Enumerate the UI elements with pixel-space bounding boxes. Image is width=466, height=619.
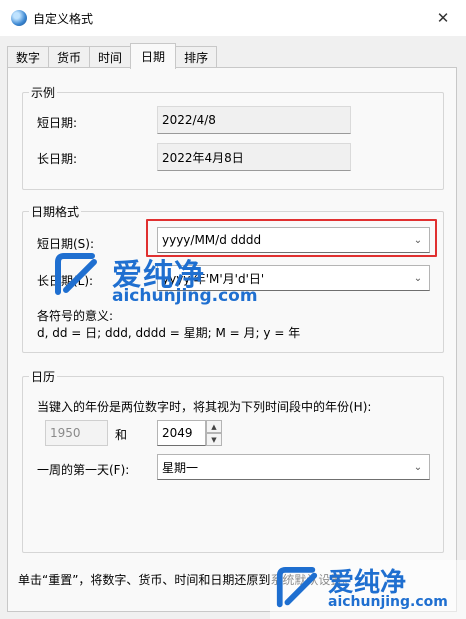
date-format-group-label: 日期格式 <box>31 205 80 219</box>
date-tab-panel: 示例 短日期: 2022/4/8 长日期: 2022年4月8日 日期格式 短日期… <box>7 67 457 612</box>
example-group: 示例 <box>22 84 444 190</box>
example-short-value: 2022/4/8 <box>157 106 351 134</box>
first-day-value: 星期一 <box>162 460 199 475</box>
tab-time[interactable]: 时间 <box>89 46 132 68</box>
example-short-label: 短日期: <box>37 116 78 130</box>
close-button[interactable]: ✕ <box>420 0 466 36</box>
globe-icon <box>11 10 27 26</box>
example-long-label: 长日期: <box>37 152 78 166</box>
reset-hint-text: 单击“重置”，将数字、货币、时间和日期还原到系统默认设置。 <box>18 573 355 587</box>
from-year-input: 1950 <box>45 420 108 446</box>
first-day-label: 一周的第一天(F): <box>37 463 130 477</box>
title-bar: 自定义格式 ✕ <box>0 0 466 36</box>
tab-currency[interactable]: 货币 <box>48 46 91 68</box>
example-group-label: 示例 <box>31 86 56 100</box>
long-date-value: yyyy'年'M'月'd'日' <box>162 271 265 286</box>
calendar-group-label: 日历 <box>31 370 56 384</box>
symbol-legend-text: d, dd = 日; ddd, dddd = 星期; M = 月; y = 年 <box>37 326 301 340</box>
chevron-down-icon: ⌄ <box>413 461 423 473</box>
first-day-combo[interactable]: 星期一 ⌄ <box>157 454 430 480</box>
to-year-input[interactable]: 2049 <box>157 420 206 446</box>
example-long-value: 2022年4月8日 <box>157 143 351 171</box>
tab-number[interactable]: 数字 <box>7 46 50 68</box>
tab-sort[interactable]: 排序 <box>175 46 218 68</box>
year-spinner[interactable]: ▲ ▼ <box>206 420 222 446</box>
chevron-down-icon: ⌄ <box>413 272 423 284</box>
chevron-up-icon[interactable]: ▲ <box>206 420 222 433</box>
symbol-legend-title: 各符号的意义: <box>37 309 114 323</box>
short-date-label: 短日期(S): <box>37 237 95 251</box>
tab-strip: 数字 货币 时间 日期 排序 <box>7 43 218 69</box>
long-date-label: 长日期(L): <box>37 274 94 288</box>
chevron-down-icon: ⌄ <box>413 234 423 246</box>
short-date-value: yyyy/MM/d dddd <box>162 233 262 247</box>
close-icon: ✕ <box>436 9 450 27</box>
short-date-combo[interactable]: yyyy/MM/d dddd ⌄ <box>157 227 430 253</box>
and-label: 和 <box>115 428 128 442</box>
two-digit-year-text: 当键入的年份是两位数字时，将其视为下列时间段中的年份(H): <box>37 400 372 414</box>
chevron-down-icon[interactable]: ▼ <box>206 433 222 446</box>
window-title: 自定义格式 <box>33 12 94 26</box>
tab-date[interactable]: 日期 <box>130 43 177 69</box>
long-date-combo[interactable]: yyyy'年'M'月'd'日' ⌄ <box>157 265 430 291</box>
